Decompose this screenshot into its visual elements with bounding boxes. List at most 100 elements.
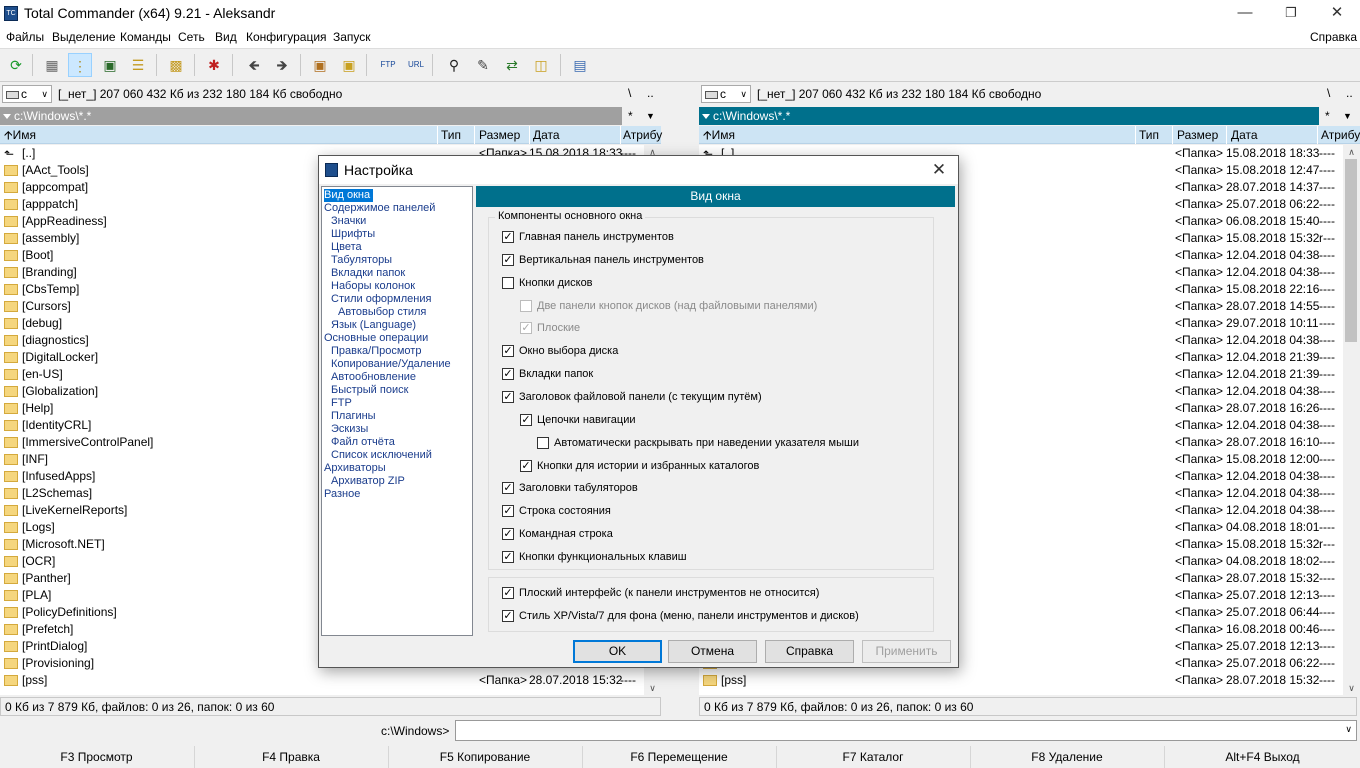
apply-button[interactable]: Применить [862, 640, 951, 663]
checkbox[interactable]: ✓ Строка состояния [502, 503, 611, 519]
checkbox[interactable]: ✓ Плоские [520, 320, 580, 336]
tree-item[interactable]: Вид окна [324, 189, 374, 202]
checkbox[interactable]: ✓ Заголовки табуляторов [502, 480, 638, 496]
column-date[interactable]: Дата [533, 126, 560, 144]
checkmark-icon[interactable]: ✓ [520, 322, 532, 335]
command-line-input[interactable]: ∨ [455, 720, 1357, 741]
checkbox[interactable]: ✓ Вкладки папок [502, 366, 593, 382]
alt-f4-exit-button[interactable]: Alt+F4 Выход [1164, 746, 1360, 768]
column-separator[interactable] [529, 126, 530, 144]
tree-item[interactable]: Содержимое панелей [324, 202, 435, 215]
help-button[interactable]: Справка [765, 640, 854, 663]
tree-item[interactable]: Правка/Просмотр [331, 345, 421, 358]
column-size[interactable]: Размер [1177, 126, 1218, 144]
tree-item[interactable]: Автообновление [331, 371, 416, 384]
tree-item[interactable]: Плагины [331, 410, 376, 423]
checkmark-icon[interactable]: ✓ [502, 610, 514, 622]
column-separator[interactable] [620, 126, 621, 144]
tree-item[interactable]: Файл отчёта [331, 436, 395, 449]
scroll-down-icon[interactable]: ∨ [1343, 681, 1360, 695]
checkbox-box[interactable] [502, 276, 514, 289]
checkbox[interactable]: ✓ Плоский интерфейс (к панели инструменто… [502, 585, 819, 601]
search-icon[interactable]: ⚲ [442, 53, 466, 77]
checkmark-icon[interactable]: ✓ [520, 459, 532, 472]
checkmark-icon[interactable]: ✓ [502, 253, 514, 266]
multi-rename-icon[interactable]: ✎ [471, 53, 495, 77]
menu-launch[interactable]: Запуск [333, 30, 371, 44]
checkmark-icon[interactable]: ✓ [502, 587, 514, 599]
column-attr[interactable]: Атрибу [1321, 126, 1360, 144]
f6-move-button[interactable]: F6 Перемещение [582, 746, 775, 768]
unpack-icon[interactable]: ▣ [337, 53, 361, 77]
tree-item[interactable]: Архиватор ZIP [331, 475, 405, 488]
ftp-connect-icon[interactable]: FTP [376, 53, 400, 77]
back-icon[interactable]: 🡸 [242, 53, 266, 77]
tree-item[interactable]: Значки [331, 215, 366, 228]
menu-configuration[interactable]: Конфигурация [246, 30, 327, 44]
notepad-icon[interactable]: ▤ [568, 53, 592, 77]
tree-item[interactable]: Быстрый поиск [331, 384, 408, 397]
checkbox[interactable]: ✓ Главная панель инструментов [502, 229, 674, 245]
checkbox-box[interactable] [537, 436, 549, 449]
tree-item[interactable]: Разное [324, 488, 360, 501]
tree-item[interactable]: Основные операции [324, 332, 428, 345]
checkbox[interactable]: Две панели кнопок дисков (над файловыми … [520, 298, 817, 314]
tree-item[interactable]: Автовыбор стиля [338, 306, 426, 319]
f3-view-button[interactable]: F3 Просмотр [0, 746, 193, 768]
column-ext[interactable]: Тип [441, 126, 461, 144]
scroll-thumb[interactable] [1345, 159, 1357, 342]
url-connect-icon[interactable]: URL [404, 53, 428, 77]
f5-copy-button[interactable]: F5 Копирование [388, 746, 581, 768]
column-separator[interactable] [474, 126, 475, 144]
minimize-button[interactable]: — [1222, 0, 1268, 28]
left-path-header[interactable]: c:\Windows\*.* [0, 107, 622, 125]
column-separator[interactable] [1226, 126, 1227, 144]
forward-icon[interactable]: 🡺 [270, 53, 294, 77]
file-row[interactable]: [pss] <Папка> 28.07.2018 15:32 ---- [0, 672, 644, 689]
checkmark-icon[interactable]: ✓ [502, 390, 514, 403]
chevron-down-icon[interactable]: ∨ [1345, 724, 1352, 735]
checkmark-icon[interactable]: ✓ [502, 482, 514, 495]
thumbnails-icon[interactable]: ▣ [98, 53, 122, 77]
f4-edit-button[interactable]: F4 Правка [194, 746, 387, 768]
scroll-down-icon[interactable]: ∨ [644, 681, 661, 695]
menu-net[interactable]: Сеть [178, 30, 205, 44]
column-ext[interactable]: Тип [1139, 126, 1159, 144]
dialog-close-icon[interactable]: ✕ [920, 156, 958, 184]
scroll-up-icon[interactable]: ∧ [1343, 145, 1360, 159]
checkbox[interactable]: ✓ Вертикальная панель инструментов [502, 252, 704, 268]
column-name[interactable]: 🡩Имя [703, 126, 735, 144]
right-up-button[interactable]: .. [1346, 86, 1353, 100]
file-row[interactable]: [pss] <Папка> 28.07.2018 15:32 ---- [699, 672, 1343, 689]
tree-item[interactable]: Наборы колонок [331, 280, 415, 293]
checkbox[interactable]: ✓ Кнопки для истории и избранных каталого… [520, 458, 759, 474]
checkmark-icon[interactable]: ✓ [502, 528, 514, 541]
copy-names-icon[interactable]: ◫ [529, 53, 553, 77]
checkmark-icon[interactable]: ✓ [502, 368, 514, 381]
left-up-button[interactable]: .. [647, 86, 654, 100]
tree-item[interactable]: Стили оформления [331, 293, 431, 306]
checkmark-icon[interactable]: ✓ [520, 413, 532, 426]
tree-item[interactable]: Список исключений [331, 449, 432, 462]
right-path-header[interactable]: c:\Windows\*.* [699, 107, 1319, 125]
checkbox[interactable]: ✓ Командная строка [502, 526, 613, 542]
menu-commands[interactable]: Команды [120, 30, 171, 44]
checkbox[interactable]: Автоматически раскрывать при наведении у… [537, 435, 859, 451]
column-separator[interactable] [437, 126, 438, 144]
tree-item[interactable]: Цвета [331, 241, 362, 254]
column-separator[interactable] [1135, 126, 1136, 144]
chevron-down-icon[interactable]: ▼ [1343, 107, 1352, 125]
f8-delete-button[interactable]: F8 Удаление [970, 746, 1163, 768]
checkbox[interactable]: ✓ Окно выбора диска [502, 343, 618, 359]
brief-view-icon[interactable]: ▦ [40, 53, 64, 77]
menu-help[interactable]: Справка [1310, 30, 1357, 44]
menu-selection[interactable]: Выделение [52, 30, 116, 44]
column-name[interactable]: 🡩Имя [4, 126, 36, 144]
pack-icon[interactable]: ▣ [308, 53, 332, 77]
f7-mkdir-button[interactable]: F7 Каталог [776, 746, 969, 768]
tree-item[interactable]: Архиваторы [324, 462, 386, 475]
checkmark-icon[interactable]: ✓ [502, 550, 514, 563]
column-date[interactable]: Дата [1231, 126, 1258, 144]
chevron-down-icon[interactable]: ▼ [646, 107, 655, 125]
column-separator[interactable] [1172, 126, 1173, 144]
